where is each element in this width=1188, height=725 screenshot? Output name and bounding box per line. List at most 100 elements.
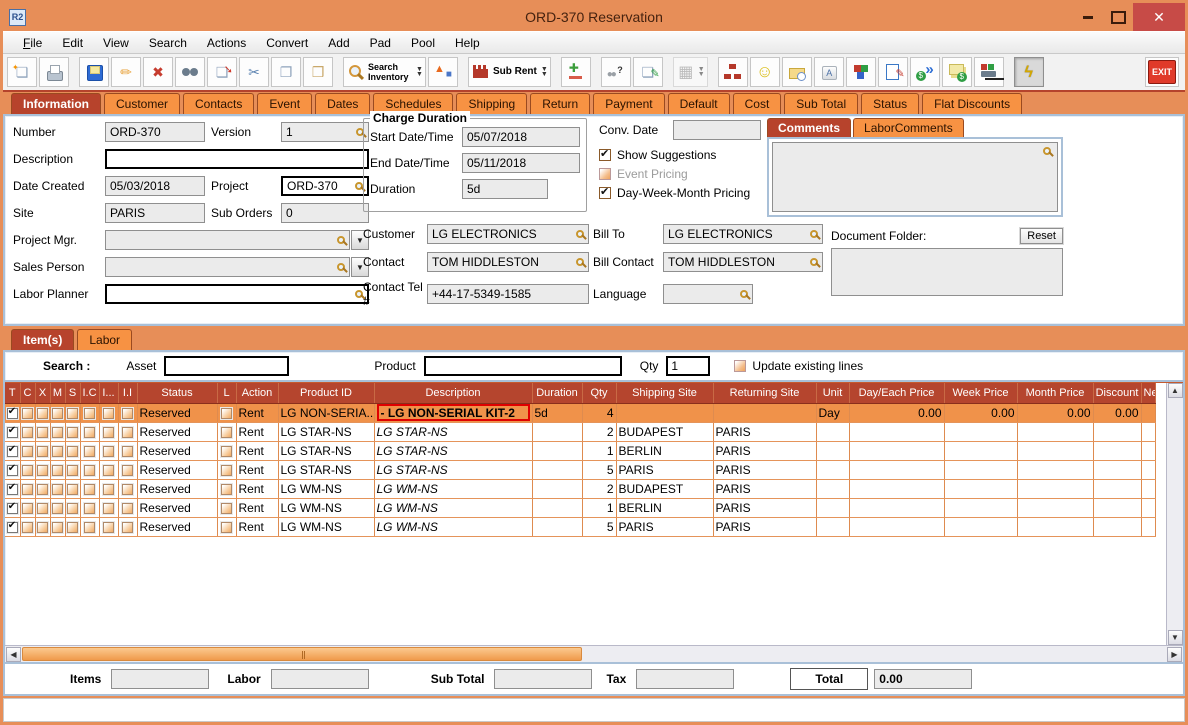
row-checkbox-t[interactable] (7, 522, 18, 533)
shipping-site-cell[interactable] (616, 403, 713, 422)
update-existing-lines-checkbox[interactable] (734, 360, 746, 372)
description-field[interactable] (105, 149, 369, 169)
day-each-price-cell[interactable] (849, 498, 944, 517)
row-checkbox-ii[interactable] (122, 522, 133, 533)
row-checkbox-m[interactable] (52, 503, 63, 514)
day-each-price-cell[interactable] (849, 517, 944, 536)
row-checkbox-t[interactable] (7, 484, 18, 495)
column-header-ne[interactable]: Ne... (1141, 383, 1155, 403)
row-checkbox-c[interactable] (22, 408, 33, 419)
month-price-cell[interactable] (1017, 441, 1093, 460)
grid-cell-ic[interactable] (80, 460, 99, 479)
day-each-price-cell[interactable] (849, 479, 944, 498)
grid-cell-l[interactable] (217, 460, 236, 479)
menu-item-convert[interactable]: Convert (256, 34, 318, 52)
row-checkbox-s[interactable] (67, 522, 78, 533)
row-checkbox-m[interactable] (52, 446, 63, 457)
row-checkbox-ic[interactable] (84, 446, 95, 457)
grid-cell-t[interactable] (5, 441, 20, 460)
row-checkbox-x[interactable] (37, 522, 48, 533)
lightning-button[interactable] (1014, 57, 1044, 87)
shapes-3d-button[interactable] (428, 57, 458, 87)
project-mgr-field[interactable] (105, 230, 350, 250)
day-each-price-cell[interactable]: 0.00 (849, 403, 944, 422)
row-checkbox-c[interactable] (22, 484, 33, 495)
grid-cell-m[interactable] (50, 422, 65, 441)
row-checkbox-l[interactable] (221, 427, 232, 438)
row-checkbox-x[interactable] (37, 465, 48, 476)
row-checkbox-s[interactable] (67, 484, 78, 495)
net-price-cell[interactable] (1141, 403, 1155, 422)
sales-person-search-icon[interactable] (337, 263, 345, 271)
row-checkbox-m[interactable] (52, 408, 63, 419)
tab-default[interactable]: Default (668, 93, 730, 114)
row-checkbox-c[interactable] (22, 446, 33, 457)
menu-item-pool[interactable]: Pool (401, 34, 445, 52)
unit-cell[interactable] (816, 479, 849, 498)
contact-search-icon[interactable] (576, 258, 584, 266)
grid-cell-x[interactable] (35, 517, 50, 536)
grid-cell-c[interactable] (20, 422, 35, 441)
row-checkbox-x[interactable] (37, 484, 48, 495)
row-checkbox-idot[interactable] (103, 408, 114, 419)
column-header-day-each-price[interactable]: Day/Each Price (849, 383, 944, 403)
grid-cell-l[interactable] (217, 422, 236, 441)
row-checkbox-ii[interactable] (122, 484, 133, 495)
action-cell[interactable]: Rent (236, 498, 278, 517)
row-checkbox-x[interactable] (37, 408, 48, 419)
print-button[interactable] (39, 57, 69, 87)
dollar-forward-button[interactable] (910, 57, 940, 87)
grid-cell-c[interactable] (20, 460, 35, 479)
row-checkbox-ic[interactable] (84, 484, 95, 495)
duration-cell[interactable]: 5d (532, 403, 582, 422)
qty-cell[interactable]: 5 (582, 517, 616, 536)
discount-cell[interactable] (1093, 460, 1141, 479)
month-price-cell[interactable] (1017, 479, 1093, 498)
row-checkbox-m[interactable] (52, 484, 63, 495)
grid-cell-ic[interactable] (80, 422, 99, 441)
column-header-qty[interactable]: Qty (582, 383, 616, 403)
add-plus-minus-button[interactable] (561, 57, 591, 87)
column-header-product-id[interactable]: Product ID (278, 383, 374, 403)
duration-cell[interactable] (532, 460, 582, 479)
tab-dates[interactable]: Dates (315, 93, 370, 114)
table-row[interactable]: ReservedRentLG WM-NSLG WM-NS1BERLINPARIS (5, 498, 1155, 517)
month-price-cell[interactable] (1017, 498, 1093, 517)
chevron-down-icon[interactable]: ▼▼ (698, 67, 705, 77)
row-checkbox-l[interactable] (221, 484, 232, 495)
horizontal-scroll-thumb[interactable] (22, 647, 582, 661)
grid-cell-s[interactable] (65, 441, 80, 460)
column-header-x[interactable]: X (35, 383, 50, 403)
date-created-field[interactable]: 05/03/2018 (105, 176, 205, 196)
returning-site-cell[interactable]: PARIS (713, 498, 816, 517)
menu-item-edit[interactable]: Edit (52, 34, 93, 52)
description-cell[interactable]: LG STAR-NS (374, 441, 532, 460)
grid-cell-idot[interactable] (99, 460, 118, 479)
find-binoculars-button[interactable] (175, 57, 205, 87)
row-checkbox-s[interactable] (67, 427, 78, 438)
grid-cell-ii[interactable] (118, 498, 137, 517)
grid-cell-s[interactable] (65, 422, 80, 441)
row-checkbox-idot[interactable] (103, 446, 114, 457)
new-document-button[interactable] (7, 57, 37, 87)
tab-flat-discounts[interactable]: Flat Discounts (922, 93, 1022, 114)
grid-cell-l[interactable] (217, 479, 236, 498)
grid-cell-m[interactable] (50, 441, 65, 460)
number-field[interactable]: ORD-370 (105, 122, 205, 142)
row-checkbox-idot[interactable] (103, 484, 114, 495)
shipping-site-cell[interactable]: BUDAPEST (616, 479, 713, 498)
tab-comments[interactable]: Comments (767, 118, 851, 137)
row-checkbox-s[interactable] (67, 408, 78, 419)
column-header-action[interactable]: Action (236, 383, 278, 403)
tab-sub-total[interactable]: Sub Total (784, 93, 858, 114)
row-checkbox-c[interactable] (22, 465, 33, 476)
row-checkbox-c[interactable] (22, 427, 33, 438)
product-id-cell[interactable]: LG STAR-NS (278, 441, 374, 460)
row-checkbox-c[interactable] (22, 522, 33, 533)
column-header-c[interactable]: C (20, 383, 35, 403)
sub-orders-field[interactable]: 0 (281, 203, 369, 223)
edit-pencil-button[interactable] (111, 57, 141, 87)
row-checkbox-s[interactable] (67, 446, 78, 457)
discount-cell[interactable] (1093, 479, 1141, 498)
column-header-unit[interactable]: Unit (816, 383, 849, 403)
